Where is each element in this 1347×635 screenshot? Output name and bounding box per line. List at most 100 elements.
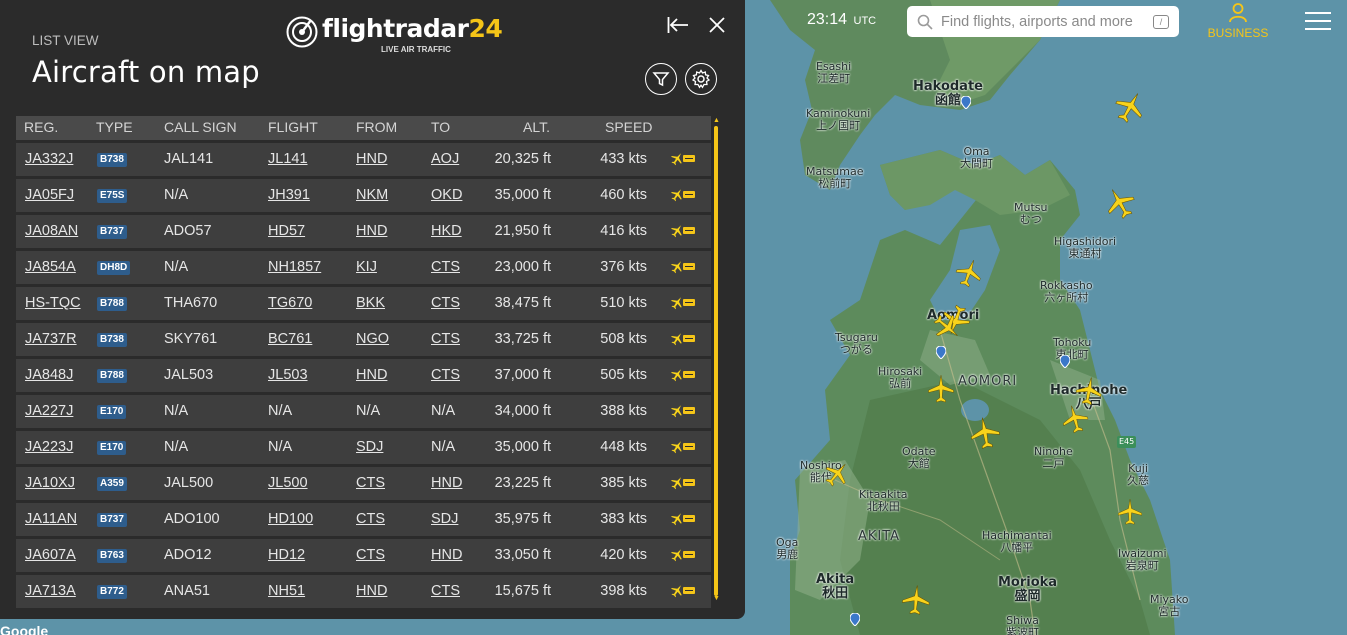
- cell-registration[interactable]: JA10XJ: [25, 475, 75, 491]
- header-to[interactable]: TO: [431, 119, 450, 135]
- cell-from[interactable]: HND: [356, 367, 387, 383]
- collapse-panel-icon[interactable]: [667, 15, 689, 35]
- show-on-map-icon[interactable]: [670, 331, 696, 347]
- show-on-map-icon[interactable]: [670, 547, 696, 563]
- cell-to[interactable]: SDJ: [431, 511, 458, 527]
- cell-to[interactable]: HND: [431, 547, 462, 563]
- flightradar24-logo[interactable]: flightradar24 LIVE AIR TRAFFIC: [286, 14, 503, 58]
- table-row[interactable]: JA848J B788 JAL503 JL503 HND CTS 37,000 ft 505 …: [16, 359, 711, 392]
- cell-registration[interactable]: JA332J: [25, 151, 73, 167]
- cell-flight[interactable]: JH391: [268, 187, 310, 203]
- aircraft-icon[interactable]: [899, 583, 934, 618]
- table-row[interactable]: JA05FJ E75S N/A JH391 NKM OKD 35,000 ft 460 kts: [16, 179, 711, 212]
- cell-to[interactable]: CTS: [431, 367, 460, 383]
- aircraft-icon[interactable]: [926, 374, 956, 404]
- show-on-map-icon[interactable]: [670, 295, 696, 311]
- show-on-map-icon[interactable]: [670, 475, 696, 491]
- show-on-map-icon[interactable]: [670, 367, 696, 383]
- show-on-map-icon[interactable]: [670, 187, 696, 203]
- cell-from[interactable]: HND: [356, 151, 387, 167]
- cell-flight[interactable]: NH51: [268, 583, 305, 599]
- header-from[interactable]: FROM: [356, 119, 397, 135]
- cell-to[interactable]: HKD: [431, 223, 462, 239]
- close-icon[interactable]: [708, 16, 726, 34]
- header-speed[interactable]: SPEED: [605, 119, 652, 135]
- cell-flight[interactable]: JL500: [268, 475, 308, 491]
- cell-registration[interactable]: JA223J: [25, 439, 73, 455]
- table-row[interactable]: HS-TQC B788 THA670 TG670 BKK CTS 38,475 ft 510 …: [16, 287, 711, 320]
- search-input[interactable]: Find flights, airports and more: [941, 14, 1153, 30]
- filter-button[interactable]: [645, 63, 677, 95]
- cell-to[interactable]: HND: [431, 475, 462, 491]
- table-row[interactable]: JA854A DH8D N/A NH1857 KIJ CTS 23,000 ft 376 kt…: [16, 251, 711, 284]
- aircraft-icon[interactable]: [1116, 498, 1144, 526]
- cell-from[interactable]: NKM: [356, 187, 388, 203]
- cell-flight[interactable]: JL503: [268, 367, 308, 383]
- cell-from[interactable]: HND: [356, 223, 387, 239]
- cell-to[interactable]: CTS: [431, 331, 460, 347]
- cell-from[interactable]: CTS: [356, 475, 385, 491]
- table-row[interactable]: JA223J E170 N/A N/A SDJ N/A 35,000 ft 448 kts: [16, 431, 711, 464]
- list-scrollbar[interactable]: ▲ ▼: [713, 117, 720, 604]
- cell-registration[interactable]: JA737R: [25, 331, 77, 347]
- scroll-up-icon[interactable]: ▲: [713, 117, 720, 124]
- cell-to[interactable]: CTS: [431, 295, 460, 311]
- airport-pin-icon[interactable]: [850, 613, 860, 626]
- cell-to[interactable]: OKD: [431, 187, 462, 203]
- aircraft-icon[interactable]: [965, 413, 1004, 452]
- cell-flight[interactable]: BC761: [268, 331, 312, 347]
- header-reg[interactable]: REG.: [24, 119, 58, 135]
- cell-to[interactable]: AOJ: [431, 151, 459, 167]
- scrollbar-thumb[interactable]: [714, 126, 718, 596]
- header-type[interactable]: TYPE: [96, 119, 133, 135]
- cell-registration[interactable]: JA05FJ: [25, 187, 74, 203]
- table-row[interactable]: JA08AN B737 ADO57 HD57 HND HKD 21,950 ft 416 kt…: [16, 215, 711, 248]
- cell-registration[interactable]: HS-TQC: [25, 295, 81, 311]
- search-box[interactable]: Find flights, airports and more /: [907, 6, 1179, 37]
- cell-to[interactable]: CTS: [431, 583, 460, 599]
- show-on-map-icon[interactable]: [670, 223, 696, 239]
- cell-flight[interactable]: HD12: [268, 547, 305, 563]
- cell-flight[interactable]: HD100: [268, 511, 313, 527]
- cell-from[interactable]: CTS: [356, 511, 385, 527]
- cell-from[interactable]: HND: [356, 583, 387, 599]
- cell-to[interactable]: CTS: [431, 259, 460, 275]
- show-on-map-icon[interactable]: [670, 259, 696, 275]
- cell-registration[interactable]: JA08AN: [25, 223, 78, 239]
- show-on-map-icon[interactable]: [670, 439, 696, 455]
- cell-from[interactable]: SDJ: [356, 439, 383, 455]
- table-row[interactable]: JA10XJ A359 JAL500 JL500 CTS HND 23,225 ft 385 …: [16, 467, 711, 500]
- cell-flight[interactable]: TG670: [268, 295, 312, 311]
- show-on-map-icon[interactable]: [670, 583, 696, 599]
- header-callsign[interactable]: CALL SIGN: [164, 119, 237, 135]
- cell-flight[interactable]: JL141: [268, 151, 308, 167]
- header-flight[interactable]: FLIGHT: [268, 119, 318, 135]
- airport-pin-icon[interactable]: [1060, 355, 1070, 368]
- cell-registration[interactable]: JA848J: [25, 367, 73, 383]
- cell-flight[interactable]: NH1857: [268, 259, 321, 275]
- cell-registration[interactable]: JA713A: [25, 583, 76, 599]
- cell-registration[interactable]: JA854A: [25, 259, 76, 275]
- cell-from[interactable]: BKK: [356, 295, 385, 311]
- settings-button[interactable]: [685, 63, 717, 95]
- table-row[interactable]: JA737R B738 SKY761 BC761 NGO CTS 33,725 ft 508 …: [16, 323, 711, 356]
- cell-from[interactable]: KIJ: [356, 259, 377, 275]
- cell-registration[interactable]: JA11AN: [25, 511, 77, 527]
- table-row[interactable]: JA332J B738 JAL141 JL141 HND AOJ 20,325 ft 433 …: [16, 143, 711, 176]
- cell-registration[interactable]: JA227J: [25, 403, 73, 419]
- menu-icon[interactable]: [1305, 12, 1331, 32]
- header-alt[interactable]: ALT.: [523, 119, 550, 135]
- table-row[interactable]: JA607A B763 ADO12 HD12 CTS HND 33,050 ft 420 kt…: [16, 539, 711, 572]
- cell-from[interactable]: NGO: [356, 331, 389, 347]
- airport-pin-icon[interactable]: [961, 96, 971, 109]
- table-row[interactable]: JA11AN B737 ADO100 HD100 CTS SDJ 35,975 ft 383 …: [16, 503, 711, 536]
- table-row[interactable]: JA227J E170 N/A N/A N/A N/A 34,000 ft 388 kts: [16, 395, 711, 428]
- show-on-map-icon[interactable]: [670, 511, 696, 527]
- cell-registration[interactable]: JA607A: [25, 547, 76, 563]
- show-on-map-icon[interactable]: [670, 403, 696, 419]
- business-account-button[interactable]: BUSINESS: [1206, 2, 1270, 40]
- cell-flight[interactable]: HD57: [268, 223, 305, 239]
- scroll-down-icon[interactable]: ▼: [713, 595, 720, 602]
- show-on-map-icon[interactable]: [670, 151, 696, 167]
- cell-from[interactable]: CTS: [356, 547, 385, 563]
